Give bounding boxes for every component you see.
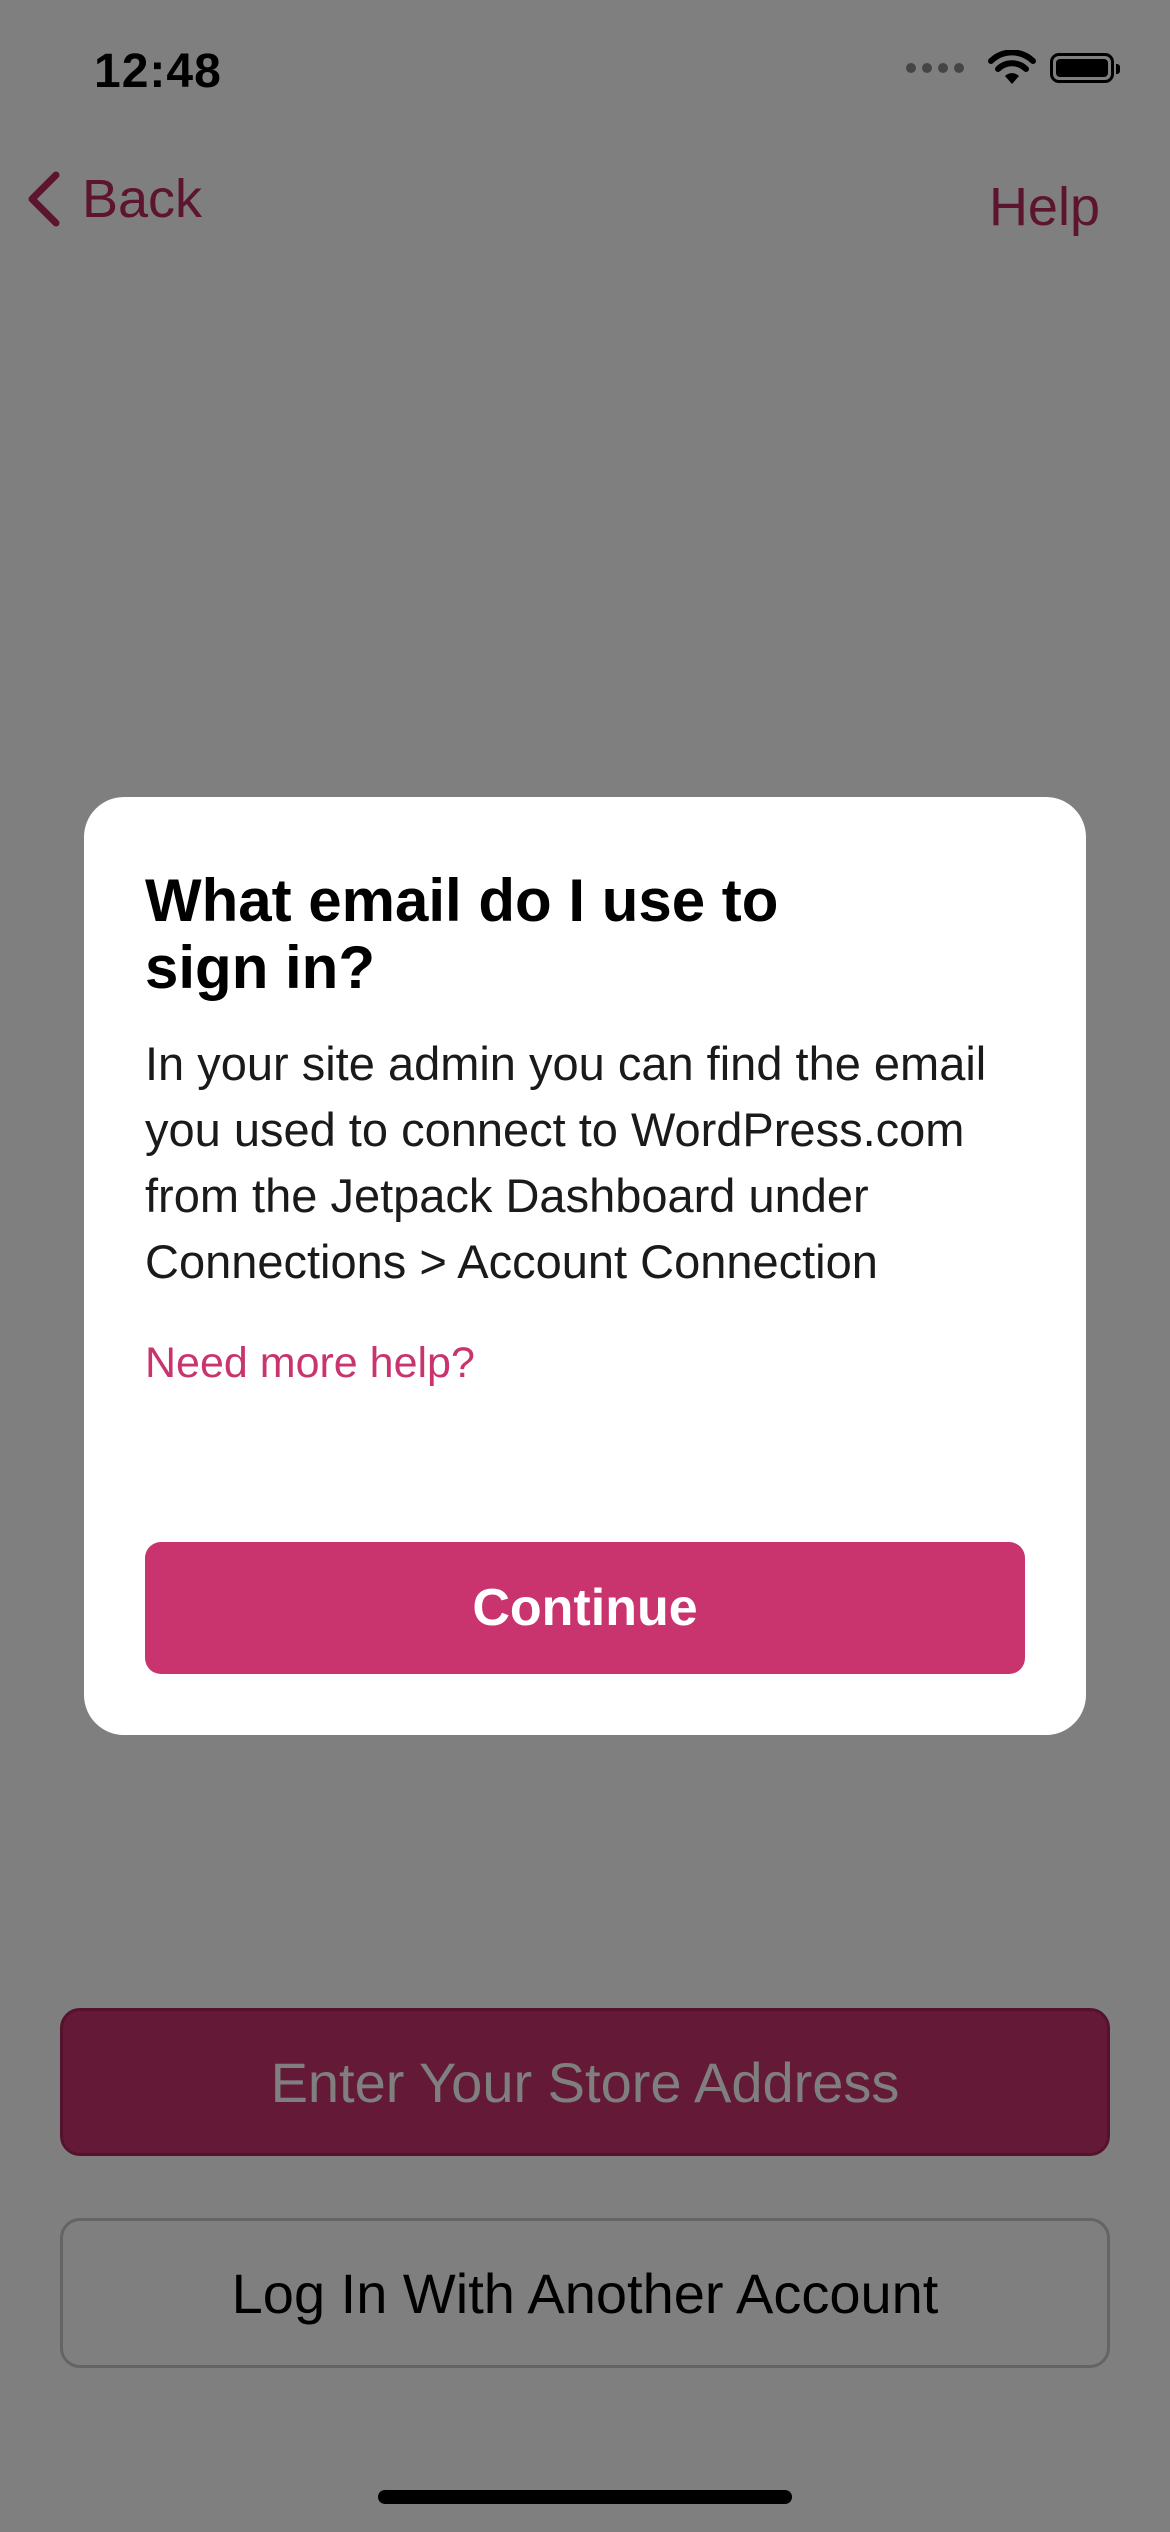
need-more-help-link[interactable]: Need more help?	[145, 1339, 475, 1388]
login-screen: 12:48 Back Help Enter Your Store Address…	[0, 0, 1170, 2532]
dialog-title: What email do I use to sign in?	[145, 867, 779, 1002]
continue-label: Continue	[472, 1579, 698, 1637]
continue-button[interactable]: Continue	[145, 1542, 1025, 1674]
home-indicator	[378, 2490, 792, 2504]
dialog-body: In your site admin you can find the emai…	[145, 1037, 987, 1289]
sign-in-help-dialog: What email do I use to sign in? In your …	[84, 797, 1086, 1735]
